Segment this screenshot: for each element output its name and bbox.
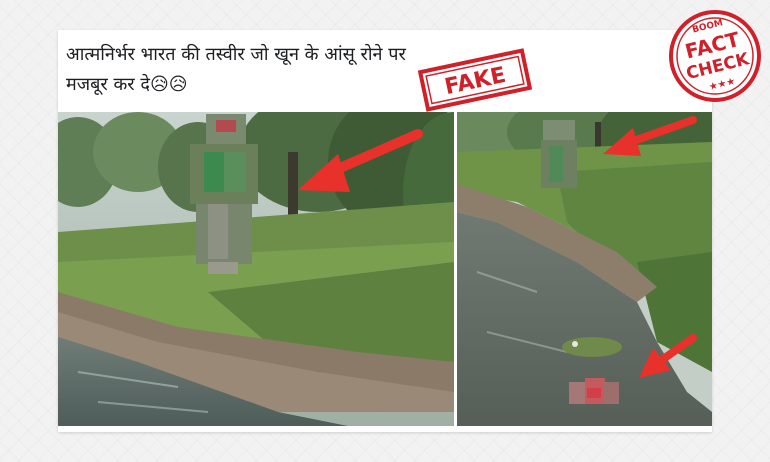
photo-left	[58, 112, 454, 426]
fact-check-badge: BOOM FACT CHECK ★★★	[665, 6, 765, 106]
blurred-figure-right-top	[541, 120, 577, 188]
photo-right	[457, 112, 712, 426]
